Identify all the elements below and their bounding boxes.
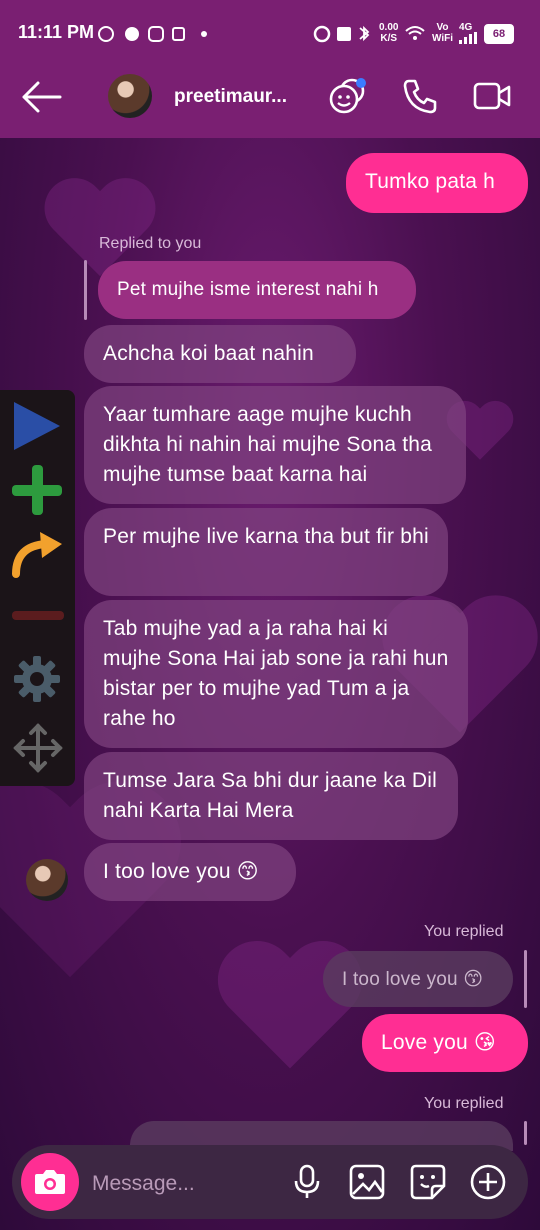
more-notifications-dot [201, 31, 207, 37]
more-actions-button[interactable] [468, 1162, 508, 1202]
reply-label: Replied to you [99, 235, 202, 252]
reply-label: You replied [424, 923, 504, 940]
outgoing-message[interactable]: Tumko pata h [346, 153, 528, 213]
contact-avatar[interactable] [108, 74, 152, 118]
video-call-button[interactable] [472, 76, 512, 116]
plus-circle-icon [479, 1173, 497, 1191]
reply-label: You replied [424, 1095, 504, 1112]
data-rate: 0.00 K/S [379, 22, 399, 44]
reply-bar [524, 1121, 527, 1145]
quoted-message[interactable]: Pet mujhe isme interest nahi h [98, 261, 416, 319]
plus-icon [12, 485, 62, 496]
camera-button[interactable] [21, 1153, 79, 1211]
move-arrows-icon [13, 723, 63, 773]
incoming-message[interactable]: Tab mujhe yad a ja raha hai ki mujhe Son… [84, 600, 468, 748]
outgoing-message[interactable]: Love you 😘 [362, 1014, 528, 1072]
quoted-message[interactable]: I too love you 😙 [323, 951, 513, 1007]
add-button[interactable] [12, 465, 62, 515]
play-button[interactable] [12, 400, 62, 452]
play-icon [14, 402, 60, 450]
incoming-message[interactable]: Tumse Jara Sa bhi dur jaane ka Dil nahi … [84, 752, 458, 840]
nfc-icon [337, 27, 351, 41]
incoming-message[interactable]: Yaar tumhare aage mujhe kuchh dikhta hi … [84, 386, 466, 504]
bluetooth-icon [359, 25, 370, 42]
microphone-icon [299, 1164, 315, 1188]
camera-icon [35, 1170, 65, 1194]
reply-bar [524, 950, 527, 1008]
facebook-icon [125, 27, 139, 41]
phone-icon [403, 79, 437, 114]
settings-button[interactable] [14, 656, 60, 702]
messenger-icon [148, 26, 164, 42]
signal-icon [459, 32, 477, 44]
vowifi-indicator: Vo WiFi [432, 22, 454, 44]
back-button[interactable] [20, 79, 64, 115]
incoming-message[interactable]: I too love you 😙 [84, 843, 296, 901]
message-input[interactable] [90, 1166, 284, 1202]
system-icons [313, 25, 370, 43]
whatsapp-icon [98, 26, 114, 42]
voice-message-button[interactable] [287, 1162, 327, 1202]
voice-call-button[interactable] [400, 76, 440, 116]
incoming-message[interactable]: Achcha koi baat nahin [84, 325, 356, 383]
wifi-icon [405, 26, 425, 40]
back-arrow-icon [22, 81, 62, 113]
image-icon [349, 1164, 385, 1200]
contact-name[interactable]: preetimaur... [174, 86, 296, 108]
alarm-icon [313, 25, 331, 43]
status-time: 11:11 PM [18, 22, 95, 42]
sticker-icon [410, 1164, 446, 1200]
incoming-message[interactable]: Per mujhe live karna tha but fir bhi [84, 508, 448, 596]
redo-button[interactable] [10, 530, 64, 578]
sticker-button[interactable] [408, 1162, 448, 1202]
contact-avatar-small[interactable] [26, 859, 68, 901]
app-icon [172, 27, 185, 41]
gallery-button[interactable] [347, 1162, 387, 1202]
remove-button[interactable] [12, 609, 64, 623]
battery-indicator: 68 [484, 24, 514, 44]
new-indicator-dot [356, 78, 366, 88]
reply-bar [84, 260, 87, 320]
move-handle[interactable] [12, 722, 64, 774]
notification-icons [98, 26, 207, 42]
minus-icon [12, 611, 64, 620]
